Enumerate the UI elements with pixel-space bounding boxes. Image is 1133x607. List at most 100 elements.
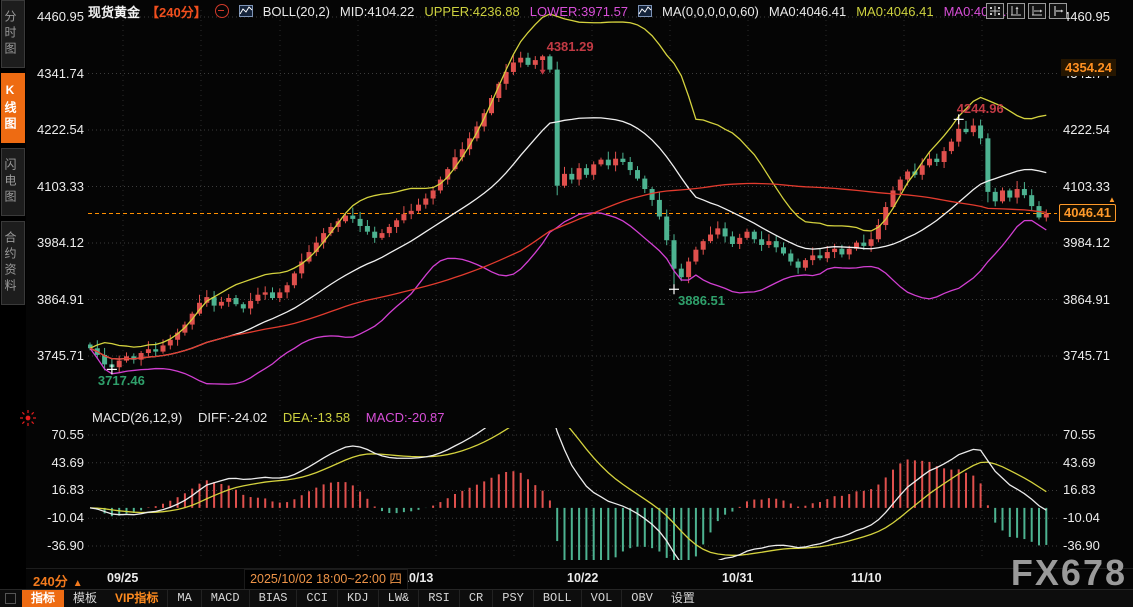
price-annotation: 3717.46	[98, 373, 145, 388]
sidebar-tab-active[interactable]: K线图	[1, 73, 25, 143]
indicator-toolbar: 指标模板VIP指标MAMACDBIASCCIKDJLW&RSICRPSYBOLL…	[0, 589, 1133, 607]
candlestick-chart[interactable]	[0, 0, 1133, 606]
indicator-tab-指标[interactable]: 指标	[22, 590, 64, 607]
candle-body	[898, 180, 903, 191]
candle-body	[737, 238, 742, 244]
candle-body	[964, 129, 969, 132]
indicator-tab-boll[interactable]: BOLL	[533, 590, 581, 607]
sidebar-tab-item[interactable]: 分时图	[1, 0, 25, 68]
indicator-tab-kdj[interactable]: KDJ	[337, 590, 378, 607]
time-tick-label: 10/22	[567, 571, 598, 585]
candle-body	[540, 56, 545, 60]
indicator-tab-macd[interactable]: MACD	[201, 590, 249, 607]
candle-body	[839, 249, 844, 255]
pan-right-tool-icon[interactable]	[1049, 3, 1067, 19]
candle-body	[569, 174, 574, 180]
sidebar-tab-item[interactable]: 合约资料	[1, 221, 25, 305]
candle-body	[533, 60, 538, 65]
time-tick-label: 11/10	[851, 571, 882, 585]
boll-mid-value: MID:4104.22	[340, 4, 414, 19]
indicator-tab-lw&[interactable]: LW&	[378, 590, 419, 607]
candle-body	[788, 253, 793, 261]
candle-body	[255, 295, 260, 301]
boll-lower-value: LOWER:3971.57	[530, 4, 628, 19]
sell-arrow-icon	[540, 70, 546, 75]
candle-body	[409, 211, 414, 214]
indicator-tab-vip指标[interactable]: VIP指标	[106, 590, 167, 607]
boll-upper-value: UPPER:4236.88	[424, 4, 519, 19]
candle-body	[920, 165, 925, 174]
candle-body	[723, 228, 728, 236]
candle-body	[394, 220, 399, 227]
candle-body	[708, 235, 713, 242]
candle-body	[270, 292, 275, 298]
time-tick-label: 10/31	[722, 571, 753, 585]
chart-tool-buttons	[986, 3, 1067, 19]
candle-body	[949, 142, 954, 151]
price-annotation: 4244.96	[957, 101, 1004, 116]
candle-body	[606, 160, 611, 166]
indicator-tab-rsi[interactable]: RSI	[418, 590, 459, 607]
candle-body	[818, 255, 823, 258]
candle-body	[146, 349, 151, 353]
ma-chart-icon	[638, 5, 652, 17]
time-tick-label: 09/25	[107, 571, 138, 585]
sidebar-tab-item[interactable]: 闪电图	[1, 148, 25, 216]
indicator-tab-ma[interactable]: MA	[167, 590, 200, 607]
candle-body	[672, 240, 677, 268]
boll-chart-icon	[239, 5, 253, 17]
candle-body	[555, 70, 560, 186]
panel-toggle-icon[interactable]	[5, 593, 16, 604]
candle-body	[372, 232, 377, 238]
macd-readout: MACD(26,12,9) DIFF:-24.02 DEA:-13.58 MAC…	[92, 410, 445, 425]
period-selector[interactable]: 240分 ▲	[33, 571, 83, 590]
candle-body	[1000, 190, 1005, 201]
candle-body	[861, 243, 866, 246]
candle-body	[599, 160, 604, 165]
candle-body	[934, 159, 939, 162]
time-axis-row: 240分▲ 09/2510/1310/2210/3111/10 2025/10/…	[0, 568, 1133, 589]
candle-body	[679, 269, 684, 278]
indicator-tab-bias[interactable]: BIAS	[249, 590, 297, 607]
indicator-tab-vol[interactable]: VOL	[581, 590, 622, 607]
candle-body	[562, 174, 567, 186]
indicator-readout-bar: 现货黄金 【240分】 BOLL(20,2) MID:4104.22 UPPER…	[30, 0, 1130, 22]
period-dropdown-arrow-icon: ▲	[73, 578, 83, 589]
candle-body	[526, 58, 531, 65]
candle-body	[774, 241, 779, 247]
dea-line	[90, 411, 1046, 555]
diff-line	[90, 403, 1046, 569]
symbol-title: 现货黄金	[88, 2, 140, 21]
candle-body	[168, 340, 173, 346]
scale-y-tool-icon[interactable]	[1007, 3, 1025, 19]
candle-body	[226, 298, 231, 302]
candle-body	[810, 255, 815, 260]
candle-body	[759, 239, 764, 245]
candle-body	[117, 361, 122, 368]
scale-x-tool-icon[interactable]	[1028, 3, 1046, 19]
candle-body	[401, 214, 406, 220]
candle-body	[387, 227, 392, 233]
indicator-tab-设置[interactable]: 设置	[662, 590, 704, 607]
alert-burst-icon[interactable]	[19, 409, 37, 427]
period-selector-label: 240分	[33, 574, 68, 589]
candle-body	[803, 260, 808, 268]
remove-indicator-icon[interactable]	[215, 4, 229, 18]
indicator-tab-cr[interactable]: CR	[459, 590, 492, 607]
indicator-tab-cci[interactable]: CCI	[296, 590, 337, 607]
candle-body	[416, 205, 421, 211]
candle-body	[292, 273, 297, 285]
candle-body	[241, 304, 246, 308]
candle-body	[628, 162, 633, 170]
crosshair-tool-icon[interactable]	[986, 3, 1004, 19]
price-annotation: 4381.29	[547, 39, 594, 54]
candle-body	[1044, 213, 1049, 217]
indicator-tab-模板[interactable]: 模板	[64, 590, 106, 607]
indicator-tab-psy[interactable]: PSY	[492, 590, 533, 607]
indicator-tab-obv[interactable]: OBV	[621, 590, 662, 607]
candle-body	[620, 159, 625, 162]
candle-body	[161, 345, 166, 351]
ma60-line	[90, 183, 1046, 359]
period-label: 【240分】	[146, 2, 207, 21]
candles-layer	[88, 52, 1049, 373]
